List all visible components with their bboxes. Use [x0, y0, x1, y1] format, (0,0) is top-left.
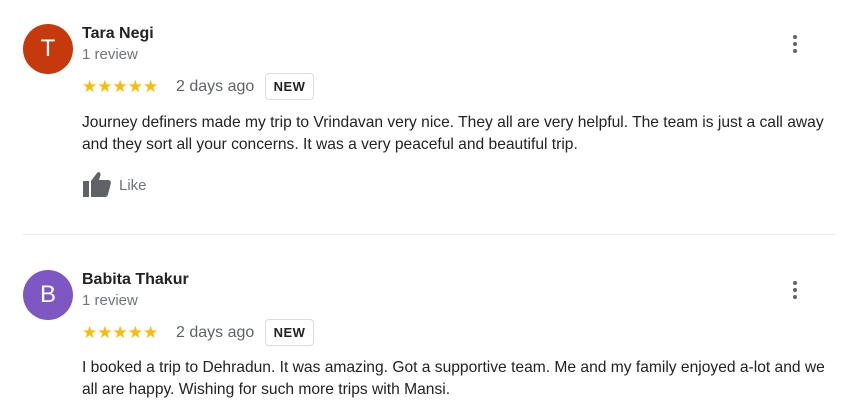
review-count: 1 review — [82, 292, 138, 309]
review-count: 1 review — [82, 46, 138, 63]
more-vert-icon — [793, 35, 797, 39]
review-time: 2 days ago — [176, 324, 255, 341]
review-text: Journey definers made my trip to Vrindav… — [82, 114, 824, 153]
more-vert-icon-dot — [793, 49, 797, 53]
more-vert-icon — [793, 281, 797, 285]
more-vert-icon-dot — [793, 295, 797, 299]
avatar[interactable]: B — [23, 270, 73, 320]
thumbs-up-icon — [83, 172, 111, 197]
more-vert-icon-dot — [793, 42, 797, 46]
reviewer-name[interactable]: Tara Negi — [82, 25, 154, 43]
more-options-button[interactable] — [784, 277, 806, 303]
new-badge: NEW — [265, 319, 314, 346]
avatar[interactable]: T — [23, 24, 73, 74]
more-options-button[interactable] — [784, 31, 806, 57]
star-rating: ★★★★★ — [82, 77, 159, 96]
review-text: I booked a trip to Dehradun. It was amaz… — [82, 359, 825, 398]
reviewer-name[interactable]: Babita Thakur — [82, 271, 189, 289]
new-badge: NEW — [265, 73, 314, 100]
star-rating: ★★★★★ — [82, 323, 159, 342]
divider — [23, 234, 835, 235]
review-time: 2 days ago — [176, 78, 255, 95]
more-vert-icon-dot — [793, 288, 797, 292]
like-label: Like — [119, 177, 147, 194]
